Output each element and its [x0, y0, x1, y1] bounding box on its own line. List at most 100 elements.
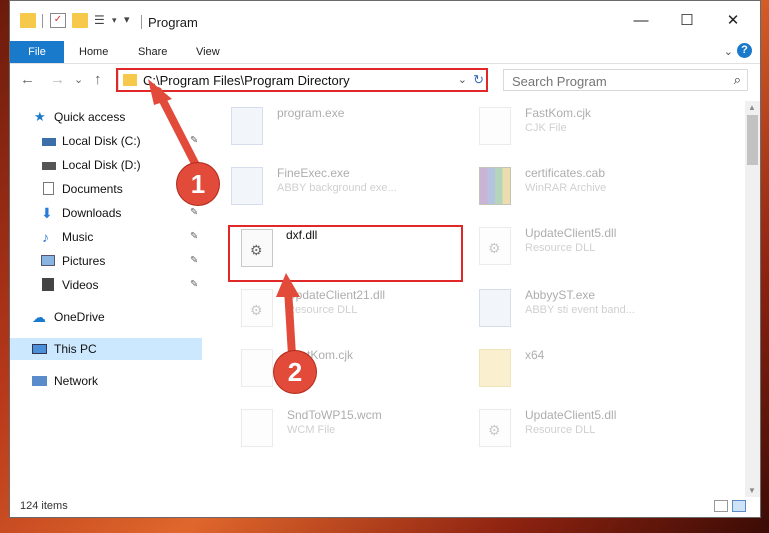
pin-icon: ✎: [190, 135, 199, 146]
pin-icon: ✎: [190, 255, 199, 266]
file-name: SndToWP15.wcm: [287, 408, 382, 422]
file-name: FastKom.cjk: [525, 106, 592, 120]
exe-file-icon: [231, 107, 263, 145]
chevron-down-icon[interactable]: ▾: [112, 15, 117, 26]
sidebar-item-label: This PC: [54, 342, 97, 356]
folder-icon: [123, 74, 137, 86]
sidebar-item-network[interactable]: Network: [10, 370, 202, 392]
file-description: CJK File: [525, 122, 567, 134]
file-item[interactable]: program.exe: [231, 103, 481, 153]
exe-file-icon: [479, 289, 511, 327]
properties-icon[interactable]: ✓: [50, 13, 66, 28]
tab-share[interactable]: Share: [138, 41, 167, 63]
pin-icon: ✎: [190, 207, 199, 218]
star-icon: ★: [34, 109, 46, 124]
address-bar[interactable]: C:\Program Files\Program Directory ⌄ ↻: [118, 69, 488, 91]
item-count: 124 items: [20, 500, 68, 512]
file-item-dxf-dll[interactable]: ⚙ dxf.dll: [241, 225, 491, 275]
pictures-icon: [41, 255, 55, 266]
large-icons-view-icon[interactable]: [732, 500, 746, 512]
navigation-pane: ★ Quick access Local Disk (C:) ✎ Local D…: [10, 101, 202, 491]
folder-icon: [479, 349, 511, 387]
sidebar-item-local-disk-c[interactable]: Local Disk (C:) ✎: [10, 130, 202, 152]
gear-icon: ⚙: [250, 242, 263, 258]
scroll-thumb[interactable]: [747, 115, 758, 165]
file-item[interactable]: FineExec.exe ABBY background exe...: [231, 163, 481, 213]
sidebar-item-label: Videos: [62, 278, 99, 292]
view-options-icon[interactable]: ☰: [94, 13, 110, 28]
help-icon[interactable]: ?: [737, 43, 752, 58]
sidebar-item-downloads[interactable]: ⬇ Downloads ✎: [10, 202, 202, 224]
file-item[interactable]: x64: [479, 345, 729, 395]
customize-toolbar-icon[interactable]: ▾: [124, 13, 130, 26]
sidebar-item-label: Local Disk (C:): [62, 134, 141, 148]
window-title: Program: [148, 15, 198, 30]
address-path[interactable]: C:\Program Files\Program Directory: [143, 73, 350, 88]
file-name: dxf.dll: [286, 228, 318, 242]
callout-1: 1: [177, 163, 219, 205]
file-item[interactable]: FastKom.cjk CJK File: [479, 103, 729, 153]
tab-home[interactable]: Home: [79, 41, 108, 63]
minimize-button[interactable]: —: [618, 7, 664, 35]
close-button[interactable]: ✕: [710, 7, 756, 35]
search-input[interactable]: [510, 71, 714, 91]
file-name: x64: [525, 348, 545, 362]
recent-locations-button[interactable]: ⌄: [74, 73, 83, 86]
file-item[interactable]: ⚙ UpdateClient21.dll Resource DLL: [241, 285, 491, 335]
sidebar-item-label: Local Disk (D:): [62, 158, 141, 172]
drive-icon: [42, 162, 56, 170]
new-folder-icon[interactable]: [72, 13, 88, 28]
sidebar-item-label: OneDrive: [54, 310, 105, 324]
sidebar-item-label: Documents: [62, 182, 123, 196]
sidebar-item-music[interactable]: ♪ Music ✎: [10, 226, 202, 248]
folder-icon: [20, 13, 36, 28]
maximize-button[interactable]: ☐: [664, 7, 710, 35]
navigation-bar: ← → ⌄ ↑ C:\Program Files\Program Directo…: [10, 64, 760, 100]
file-item[interactable]: ⚙ UpdateClient5.dll Resource DLL: [479, 223, 729, 273]
refresh-icon[interactable]: ↻: [473, 72, 484, 88]
archive-icon: [479, 167, 511, 205]
file-item[interactable]: SndToWP15.wcm WCM File: [241, 405, 491, 455]
dll-file-icon: ⚙: [479, 227, 511, 265]
sidebar-item-this-pc[interactable]: This PC: [10, 338, 202, 360]
sidebar-item-pictures[interactable]: Pictures ✎: [10, 250, 202, 272]
file-icon: [479, 107, 511, 145]
back-button[interactable]: ←: [20, 71, 35, 88]
address-dropdown-icon[interactable]: ⌄: [458, 73, 467, 86]
gear-icon: ⚙: [250, 302, 263, 318]
up-button[interactable]: ↑: [94, 71, 102, 88]
scroll-down-icon[interactable]: ▼: [748, 486, 756, 495]
scroll-up-icon[interactable]: ▲: [748, 103, 756, 112]
file-item[interactable]: ⚙ UpdateClient5.dll Resource DLL: [479, 405, 729, 455]
file-description: WinRAR Archive: [525, 182, 607, 194]
file-name: UpdateClient21.dll: [287, 288, 386, 302]
file-icon: [241, 409, 273, 447]
tab-view[interactable]: View: [196, 41, 220, 63]
divider: [42, 14, 43, 28]
music-icon: ♪: [42, 229, 49, 245]
pin-icon: ✎: [190, 279, 199, 290]
ribbon-tabs: File Home Share View ⌄ ?: [10, 39, 760, 64]
file-item[interactable]: certificates.cab WinRAR Archive: [479, 163, 729, 213]
file-description: Resource DLL: [525, 242, 596, 254]
sidebar-item-local-disk-d[interactable]: Local Disk (D:) ✎: [10, 154, 202, 176]
dll-file-icon: ⚙: [479, 409, 511, 447]
dll-file-icon: ⚙: [241, 229, 273, 267]
details-view-icon[interactable]: [714, 500, 728, 512]
file-item[interactable]: AbbyyST.exe ABBY sti event band...: [479, 285, 729, 335]
forward-button[interactable]: →: [50, 71, 65, 88]
sidebar-item-label: Music: [62, 230, 94, 244]
sidebar-item-videos[interactable]: Videos ✎: [10, 274, 202, 296]
expand-ribbon-icon[interactable]: ⌄: [724, 45, 733, 58]
dll-file-icon: ⚙: [241, 289, 273, 327]
vertical-scrollbar[interactable]: ▲ ▼: [745, 101, 760, 497]
videos-icon: [42, 278, 54, 291]
sidebar-item-onedrive[interactable]: ☁ OneDrive: [10, 306, 202, 328]
search-icon[interactable]: ⌕: [734, 72, 741, 88]
tab-file[interactable]: File: [10, 41, 64, 63]
search-box[interactable]: ⌕: [503, 69, 748, 91]
callout-2: 2: [274, 351, 316, 393]
sidebar-item-documents[interactable]: Documents ✎: [10, 178, 202, 200]
file-description: Resource DLL: [287, 304, 358, 316]
sidebar-item-quick-access[interactable]: ★ Quick access: [10, 106, 202, 128]
